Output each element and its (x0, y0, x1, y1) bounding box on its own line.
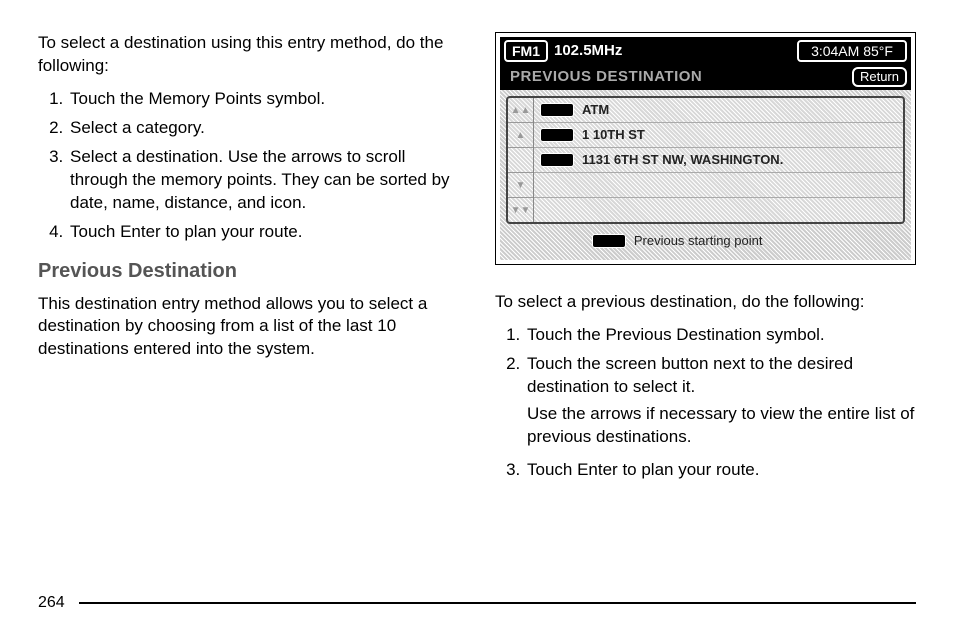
left-column: To select a destination using this entry… (38, 32, 459, 496)
list-item[interactable]: 1131 6TH ST NW, WASHINGTON. (534, 148, 903, 173)
previous-starting-point-icon (592, 234, 626, 248)
screen-body: ▲▲ ▲ ▼ ▼▼ ATM 1 10TH ST (500, 90, 911, 260)
footer-rule (79, 602, 916, 604)
previous-destination-desc: This destination entry method allows you… (38, 293, 459, 362)
page-footer: 264 (38, 592, 916, 614)
scroll-middle (508, 148, 533, 173)
scroll-page-up-icon[interactable]: ▲▲ (508, 98, 533, 123)
right-step-2b: Use the arrows if necessary to view the … (527, 403, 916, 449)
radio-frequency: 102.5MHz (554, 41, 622, 61)
list-item-label: 1131 6TH ST NW, WASHINGTON. (582, 151, 783, 169)
scroll-column: ▲▲ ▲ ▼ ▼▼ (508, 98, 534, 222)
screen-title: PREVIOUS DESTINATION (504, 67, 702, 87)
right-step-2a: Touch the screen button next to the desi… (527, 354, 853, 396)
list-item-label: 1 10TH ST (582, 126, 645, 144)
clock-temp-badge: 3:04AM 85°F (797, 40, 907, 62)
list-item[interactable] (534, 198, 903, 222)
right-steps: Touch the Previous Destination symbol. T… (495, 324, 916, 482)
right-step-3: Touch Enter to plan your route. (525, 459, 916, 482)
nav-screen: FM1 102.5MHz 3:04AM 85°F PREVIOUS DESTIN… (495, 32, 916, 265)
list-item[interactable] (534, 173, 903, 198)
left-step-1: Touch the Memory Points symbol. (68, 88, 459, 111)
left-step-4: Touch Enter to plan your route. (68, 221, 459, 244)
list-item-icon (540, 128, 574, 142)
list-item-icon (540, 103, 574, 117)
screen-topbar: FM1 102.5MHz 3:04AM 85°F (500, 37, 911, 65)
list-item-icon (540, 153, 574, 167)
left-steps: Touch the Memory Points symbol. Select a… (38, 88, 459, 244)
right-column: FM1 102.5MHz 3:04AM 85°F PREVIOUS DESTIN… (495, 32, 916, 496)
return-button[interactable]: Return (852, 67, 907, 87)
screen-titlebar: PREVIOUS DESTINATION Return (500, 65, 911, 90)
left-step-2: Select a category. (68, 117, 459, 140)
list-item[interactable]: 1 10TH ST (534, 123, 903, 148)
left-step-3: Select a destination. Use the arrows to … (68, 146, 459, 215)
right-intro: To select a previous destination, do the… (495, 291, 916, 314)
right-step-1: Touch the Previous Destination symbol. (525, 324, 916, 347)
scroll-up-icon[interactable]: ▲ (508, 123, 533, 148)
destination-list: ▲▲ ▲ ▼ ▼▼ ATM 1 10TH ST (506, 96, 905, 224)
previous-starting-point-label: Previous starting point (634, 232, 763, 250)
right-step-2: Touch the screen button next to the desi… (525, 353, 916, 449)
section-heading-previous-destination: Previous Destination (38, 258, 459, 285)
list-item[interactable]: ATM (534, 98, 903, 123)
scroll-down-icon[interactable]: ▼ (508, 173, 533, 198)
scroll-page-down-icon[interactable]: ▼▼ (508, 198, 533, 222)
left-intro: To select a destination using this entry… (38, 32, 459, 78)
radio-band-badge[interactable]: FM1 (504, 40, 548, 62)
list-item-label: ATM (582, 101, 609, 119)
page-number: 264 (38, 592, 65, 614)
previous-starting-point-button[interactable]: Previous starting point (566, 230, 845, 252)
